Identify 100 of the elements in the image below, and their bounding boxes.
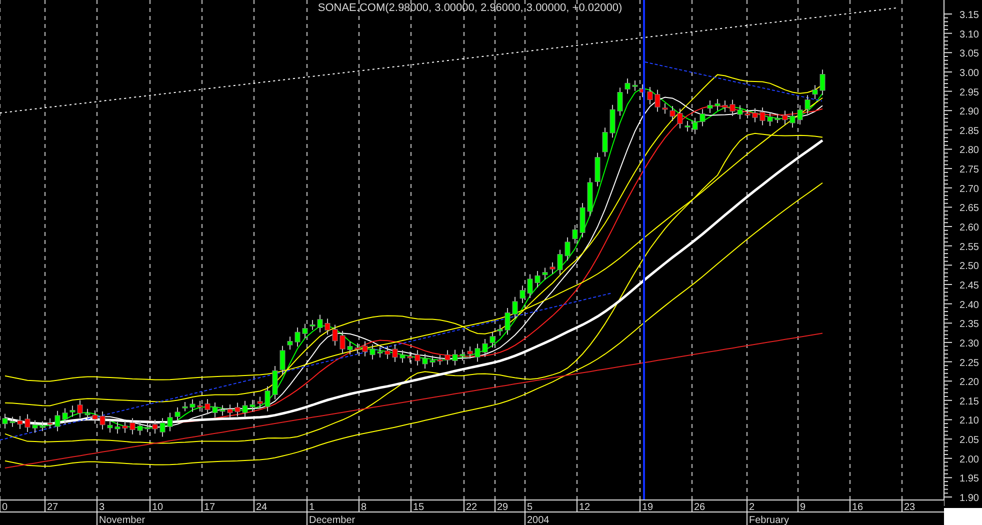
candlestick xyxy=(730,99,736,116)
month-label: December xyxy=(309,515,356,525)
price-label: 2.95 xyxy=(960,87,979,98)
candlestick xyxy=(370,344,376,360)
candlestick xyxy=(662,102,668,114)
candlestick xyxy=(160,418,166,438)
price-label: 3.05 xyxy=(960,48,979,60)
date-label: 8 xyxy=(361,502,367,513)
candlestick xyxy=(54,410,60,432)
date-label: 16 xyxy=(852,502,864,513)
price-label: 2.35 xyxy=(960,319,979,330)
price-label: 2.90 xyxy=(960,106,979,118)
candlestick xyxy=(100,410,106,430)
candlestick xyxy=(422,353,428,370)
price-label: 2.00 xyxy=(960,454,979,466)
candlestick xyxy=(84,408,90,420)
price-label: 2.20 xyxy=(960,377,979,388)
candlestick xyxy=(62,408,68,424)
candlestick xyxy=(340,330,346,354)
candlestick xyxy=(234,402,240,417)
date-label: 15 xyxy=(413,502,424,513)
candlestick xyxy=(107,420,113,434)
candlestick xyxy=(512,296,518,320)
candlestick xyxy=(287,336,293,350)
month-label: February xyxy=(749,515,790,525)
candlestick xyxy=(700,108,706,127)
date-label: 29 xyxy=(497,502,508,513)
candlestick xyxy=(332,324,338,346)
candlestick xyxy=(594,152,600,187)
candlestick xyxy=(174,406,180,422)
candlestick xyxy=(812,84,818,100)
candlestick xyxy=(654,89,660,112)
date-label: 10 xyxy=(152,502,164,513)
candlestick xyxy=(767,112,773,127)
candlestick xyxy=(587,177,593,217)
candlestick xyxy=(167,412,173,432)
date-label: 12 xyxy=(579,502,590,513)
candlestick xyxy=(774,113,780,124)
candlestick xyxy=(272,366,278,400)
date-label: 19 xyxy=(642,502,654,513)
candlestick xyxy=(392,344,398,362)
candlestick xyxy=(10,416,16,428)
price-label: 2.65 xyxy=(960,203,979,214)
candlestick xyxy=(482,338,488,358)
date-label: 3 xyxy=(99,502,105,513)
candlestick xyxy=(190,398,196,412)
candlestick xyxy=(722,100,728,113)
candlestick xyxy=(32,420,38,434)
candlestick xyxy=(677,108,683,129)
candlestick xyxy=(430,355,436,368)
date-label: 2 xyxy=(749,502,755,513)
candlestick xyxy=(400,350,406,364)
month-label: 2004 xyxy=(527,515,550,525)
price-label: 2.45 xyxy=(960,280,979,292)
price-label: 2.25 xyxy=(960,358,979,369)
price-label: 2.80 xyxy=(960,145,979,156)
price-label: 2.85 xyxy=(960,126,979,137)
price-label: 2.55 xyxy=(960,242,979,253)
candlestick xyxy=(632,80,638,92)
candlestick xyxy=(550,262,556,274)
candlestick xyxy=(280,345,286,375)
candlestick xyxy=(40,420,46,432)
candlestick xyxy=(624,78,630,94)
candlestick xyxy=(820,69,826,96)
price-label: 3.15 xyxy=(960,10,979,21)
price-label: 2.10 xyxy=(960,416,979,427)
date-label: 9 xyxy=(800,502,806,513)
candlestick xyxy=(684,120,690,132)
price-label: 1.95 xyxy=(960,474,979,485)
candlestick xyxy=(227,404,233,418)
candlestick xyxy=(760,107,766,126)
candlestick xyxy=(257,396,263,409)
candlestick xyxy=(647,86,653,105)
candlestick xyxy=(610,104,616,138)
candlestick xyxy=(324,318,330,336)
candlestick xyxy=(122,420,128,434)
candlestick xyxy=(212,402,218,418)
price-label: 2.70 xyxy=(960,184,979,195)
date-label: 24 xyxy=(256,502,268,513)
candlestick xyxy=(182,401,188,412)
candlestick xyxy=(77,400,83,418)
candlestick xyxy=(294,326,300,348)
candlestick xyxy=(752,108,758,123)
price-label: 2.60 xyxy=(960,222,979,234)
candlestick xyxy=(467,346,473,360)
candlestick xyxy=(317,314,323,333)
candlestick xyxy=(414,350,420,366)
candlestick xyxy=(362,340,368,357)
candlestick xyxy=(130,418,136,435)
candlestick xyxy=(707,100,713,114)
candlestick xyxy=(437,354,443,366)
candlestick xyxy=(70,405,76,418)
price-label: 2.75 xyxy=(960,164,979,176)
candlestick xyxy=(737,104,743,120)
candlestick xyxy=(542,267,548,280)
date-label: 17 xyxy=(204,502,216,513)
candlestick xyxy=(384,346,390,360)
price-label: 2.40 xyxy=(960,300,979,311)
candlestick xyxy=(452,349,458,366)
candlestick xyxy=(557,249,563,275)
